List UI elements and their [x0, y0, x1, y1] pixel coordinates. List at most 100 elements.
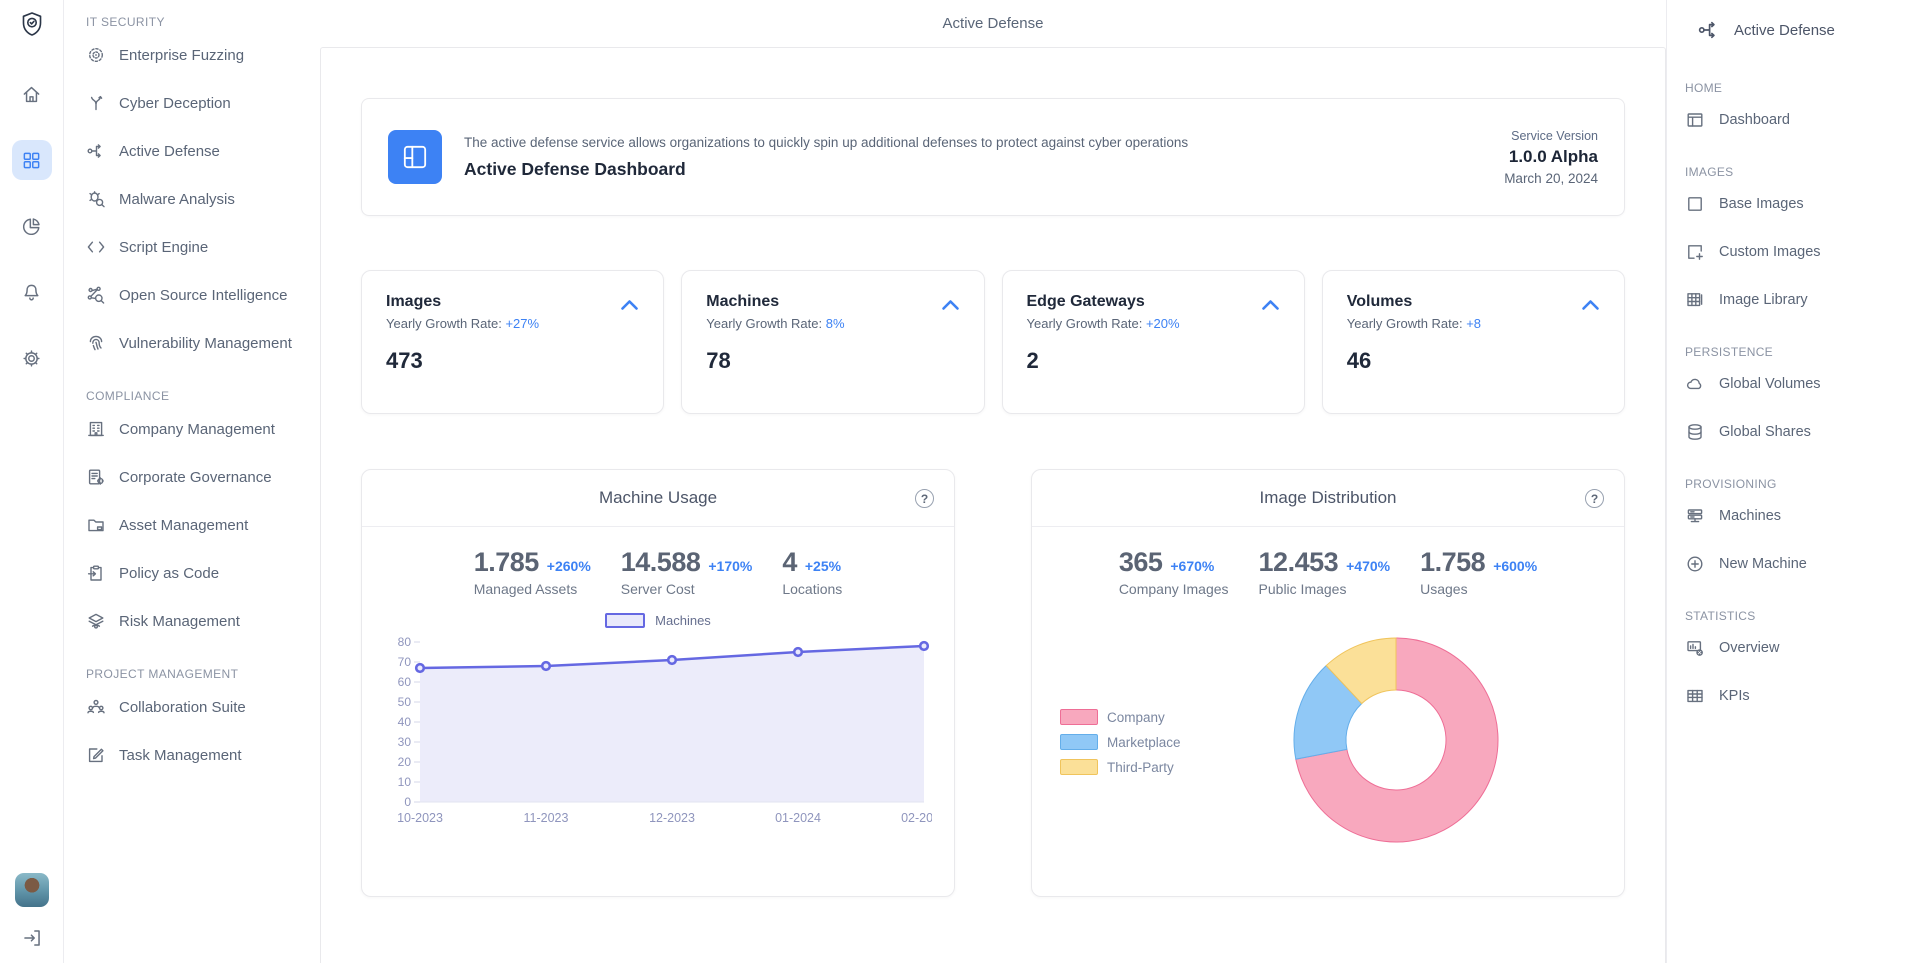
- svg-text:20: 20: [398, 755, 412, 769]
- chart-stat-usages: 1.758+600% Usages: [1420, 547, 1537, 597]
- rail-notifications-button[interactable]: [12, 272, 52, 312]
- presentation-chart-icon: [1685, 638, 1705, 658]
- rail-home-button[interactable]: [12, 74, 52, 114]
- sidebar-item-label: Script Engine: [119, 239, 208, 256]
- help-icon[interactable]: ?: [915, 489, 934, 508]
- sidebar-item-collaboration-suite[interactable]: Collaboration Suite: [86, 683, 312, 731]
- image-distribution-title: Image Distribution: [1259, 488, 1396, 508]
- chevron-up-icon[interactable]: [941, 299, 960, 311]
- table-icon: [1685, 686, 1705, 706]
- sidebar-item-task-management[interactable]: Task Management: [86, 731, 312, 779]
- right-section-label: HOME: [1685, 81, 1912, 95]
- charts-row: Machine Usage ? 1.785+260% Managed Asset…: [361, 469, 1625, 897]
- right-item-base-images[interactable]: Base Images: [1685, 180, 1912, 228]
- chart-stat-label: Server Cost: [621, 581, 753, 597]
- chevron-up-icon[interactable]: [620, 299, 639, 311]
- user-avatar[interactable]: [15, 873, 49, 907]
- help-icon[interactable]: ?: [1585, 489, 1604, 508]
- sidebar-item-vulnerability-management[interactable]: Vulnerability Management: [86, 319, 312, 367]
- chart-stat-value: 1.758: [1420, 547, 1485, 577]
- sidebar-item-label: Policy as Code: [119, 565, 219, 582]
- banner-description: The active defense service allows organi…: [464, 135, 1188, 150]
- page-title: Active Defense: [943, 15, 1044, 32]
- pie-chart-icon: [21, 216, 42, 237]
- sidebar-item-policy-as-code[interactable]: Policy as Code: [86, 549, 312, 597]
- sidebar-item-company-management[interactable]: Company Management: [86, 405, 312, 453]
- sidebar-item-asset-management[interactable]: Asset Management: [86, 501, 312, 549]
- chart-stat-managed-assets: 1.785+260% Managed Assets: [474, 547, 591, 597]
- line-chart-legend[interactable]: Machines: [362, 613, 954, 628]
- rail-apps-button[interactable]: [12, 140, 52, 180]
- sidebar-item-corporate-governance[interactable]: Corporate Governance: [86, 453, 312, 501]
- banner-text: The active defense service allows organi…: [464, 135, 1188, 180]
- right-item-global-shares[interactable]: Global Shares: [1685, 408, 1912, 456]
- stat-card-text: Images Yearly Growth Rate: +27%: [386, 293, 539, 331]
- chevron-up-icon[interactable]: [1581, 299, 1600, 311]
- donut-legend-item-company[interactable]: Company: [1060, 709, 1220, 725]
- sidebar-item-malware-analysis[interactable]: Malware Analysis: [86, 175, 312, 223]
- people-icon: [86, 697, 106, 717]
- clipboard-arrow-icon: [86, 563, 106, 583]
- right-section-statistics: STATISTICS Overview KPIs: [1685, 609, 1912, 720]
- rail-bottom: [15, 873, 49, 953]
- rail-analytics-button[interactable]: [12, 206, 52, 246]
- right-item-label: Custom Images: [1719, 244, 1821, 260]
- svg-text:70: 70: [398, 655, 412, 669]
- image-distribution-stats: 365+670% Company Images 12.453+470% Publ…: [1032, 527, 1624, 597]
- machine-usage-title: Machine Usage: [599, 488, 717, 508]
- logout-button[interactable]: [21, 927, 43, 949]
- svg-text:01-2024: 01-2024: [775, 811, 821, 825]
- home-icon: [21, 84, 42, 105]
- code-icon: [86, 237, 106, 257]
- legend-label: Company: [1107, 710, 1165, 725]
- sidebar-item-label: Open Source Intelligence: [119, 287, 287, 304]
- chevron-up-icon[interactable]: [1261, 299, 1280, 311]
- right-item-label: Global Shares: [1719, 424, 1811, 440]
- sidebar-item-label: Cyber Deception: [119, 95, 231, 112]
- right-item-new-machine[interactable]: New Machine: [1685, 540, 1912, 588]
- right-item-machines[interactable]: Machines: [1685, 492, 1912, 540]
- sidebar-item-label: Enterprise Fuzzing: [119, 47, 244, 64]
- right-item-overview[interactable]: Overview: [1685, 624, 1912, 672]
- legend-label: Marketplace: [1107, 735, 1181, 750]
- machines-legend-label: Machines: [655, 613, 711, 628]
- svg-text:10-2023: 10-2023: [397, 811, 443, 825]
- right-item-kpis[interactable]: KPIs: [1685, 672, 1912, 720]
- right-section-provisioning: PROVISIONING Machines New Machine: [1685, 477, 1912, 588]
- machines-legend-swatch: [605, 613, 645, 628]
- sidebar-item-cyber-deception[interactable]: Cyber Deception: [86, 79, 312, 127]
- icon-rail: [0, 0, 64, 963]
- donut-legend-item-marketplace[interactable]: Marketplace: [1060, 734, 1220, 750]
- sidebar-item-active-defense[interactable]: Active Defense: [86, 127, 312, 175]
- main-area: Active Defense The active defense servic…: [320, 0, 1666, 963]
- stat-card-images: Images Yearly Growth Rate: +27% 473: [361, 270, 664, 414]
- chart-stat-label: Company Images: [1119, 581, 1229, 597]
- branch-icon: [86, 93, 106, 113]
- sidebar-item-enterprise-fuzzing[interactable]: Enterprise Fuzzing: [86, 31, 312, 79]
- sidebar-item-label: Collaboration Suite: [119, 699, 246, 716]
- right-item-custom-images[interactable]: Custom Images: [1685, 228, 1912, 276]
- machine-usage-stats: 1.785+260% Managed Assets 14.588+170% Se…: [362, 527, 954, 597]
- right-item-dashboard[interactable]: Dashboard: [1685, 96, 1912, 144]
- image-distribution-donut-area: Company Marketplace Third-Party: [1032, 597, 1624, 896]
- active-defense-icon: [1697, 18, 1721, 42]
- chart-stat-growth: +670%: [1170, 558, 1214, 574]
- app-logo shield-check-icon[interactable]: [18, 10, 46, 38]
- rail-settings-button[interactable]: [12, 338, 52, 378]
- right-item-label: Global Volumes: [1719, 376, 1821, 392]
- right-item-global-volumes[interactable]: Global Volumes: [1685, 360, 1912, 408]
- sidebar-item-open-source-intelligence[interactable]: Open Source Intelligence: [86, 271, 312, 319]
- bug-scan-icon: [86, 189, 106, 209]
- stat-card-head: Images Yearly Growth Rate: +27%: [386, 293, 639, 331]
- right-item-image-library[interactable]: Image Library: [1685, 276, 1912, 324]
- sidebar-item-risk-management[interactable]: Risk Management: [86, 597, 312, 645]
- folder-icon: [86, 515, 106, 535]
- chart-stat-value: 12.453: [1259, 547, 1339, 577]
- topbar: Active Defense: [320, 0, 1666, 47]
- right-item-label: Image Library: [1719, 292, 1808, 308]
- sidebar-section-it-security: IT SECURITY Enterprise Fuzzing Cyber Dec…: [86, 15, 312, 367]
- right-section-label: PROVISIONING: [1685, 477, 1912, 491]
- donut-legend-item-third-party[interactable]: Third-Party: [1060, 759, 1220, 775]
- stat-card-edge-gateways: Edge Gateways Yearly Growth Rate: +20% 2: [1002, 270, 1305, 414]
- sidebar-item-script-engine[interactable]: Script Engine: [86, 223, 312, 271]
